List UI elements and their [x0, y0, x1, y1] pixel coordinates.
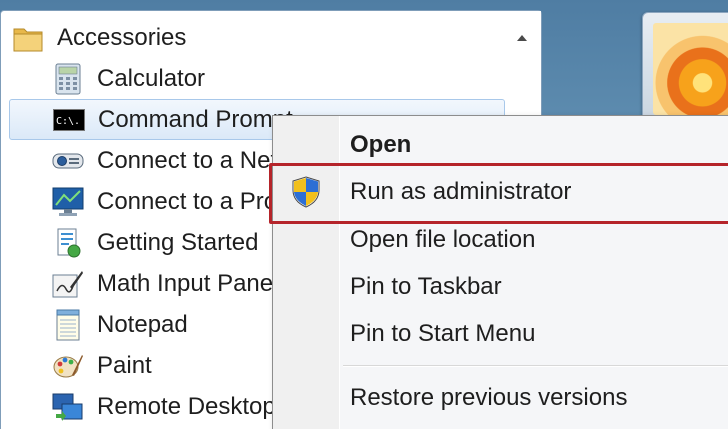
menu-separator — [343, 365, 728, 367]
scroll-up-arrow-icon[interactable] — [515, 31, 529, 45]
menu-item-label: Pin to Start Menu — [350, 320, 536, 347]
calculator-icon — [51, 62, 85, 96]
uac-shield-icon — [289, 175, 323, 209]
folder-accessories[interactable]: Accessories — [9, 17, 505, 58]
getting-started-icon — [51, 226, 85, 260]
menu-item-open[interactable]: Open — [273, 122, 728, 168]
remote-desktop-icon — [51, 390, 85, 424]
program-label: Command Prompt — [98, 105, 293, 133]
menu-item-label: Open — [350, 131, 412, 158]
program-label: Getting Started — [97, 228, 259, 256]
program-label: Math Input Panel — [97, 269, 279, 297]
menu-item-run-as-administrator[interactable]: Run as administrator — [273, 169, 728, 215]
notepad-icon — [51, 308, 85, 342]
menu-item-label: Run as administrator — [350, 178, 572, 205]
menu-item-open-file-location[interactable]: Open file location — [273, 217, 728, 263]
program-label: Paint — [97, 351, 152, 379]
folder-icon — [11, 21, 45, 55]
svg-text:C:\.: C:\. — [56, 116, 80, 127]
menu-item-pin-to-taskbar[interactable]: Pin to Taskbar — [273, 264, 728, 310]
user-picture-tile[interactable] — [642, 12, 728, 126]
menu-item-label: Pin to Taskbar — [350, 273, 502, 300]
menu-item-restore-previous-versions[interactable]: Restore previous versions — [273, 375, 728, 421]
program-label: Notepad — [97, 310, 188, 338]
math-input-icon — [51, 267, 85, 301]
user-picture-icon — [653, 23, 728, 115]
program-item-calculator[interactable]: Calculator — [9, 58, 505, 99]
menu-item-pin-to-start-menu[interactable]: Pin to Start Menu — [273, 311, 728, 357]
menu-item-label: Open file location — [350, 226, 536, 253]
command-prompt-icon: C:\. — [52, 103, 86, 137]
projector-icon — [51, 185, 85, 219]
folder-label: Accessories — [57, 23, 187, 51]
network-projector-icon — [51, 144, 85, 178]
program-label: Calculator — [97, 64, 206, 92]
context-menu: Open Run as administrator Open file loca… — [272, 115, 728, 429]
menu-item-label: Restore previous versions — [350, 384, 628, 411]
paint-icon — [51, 349, 85, 383]
